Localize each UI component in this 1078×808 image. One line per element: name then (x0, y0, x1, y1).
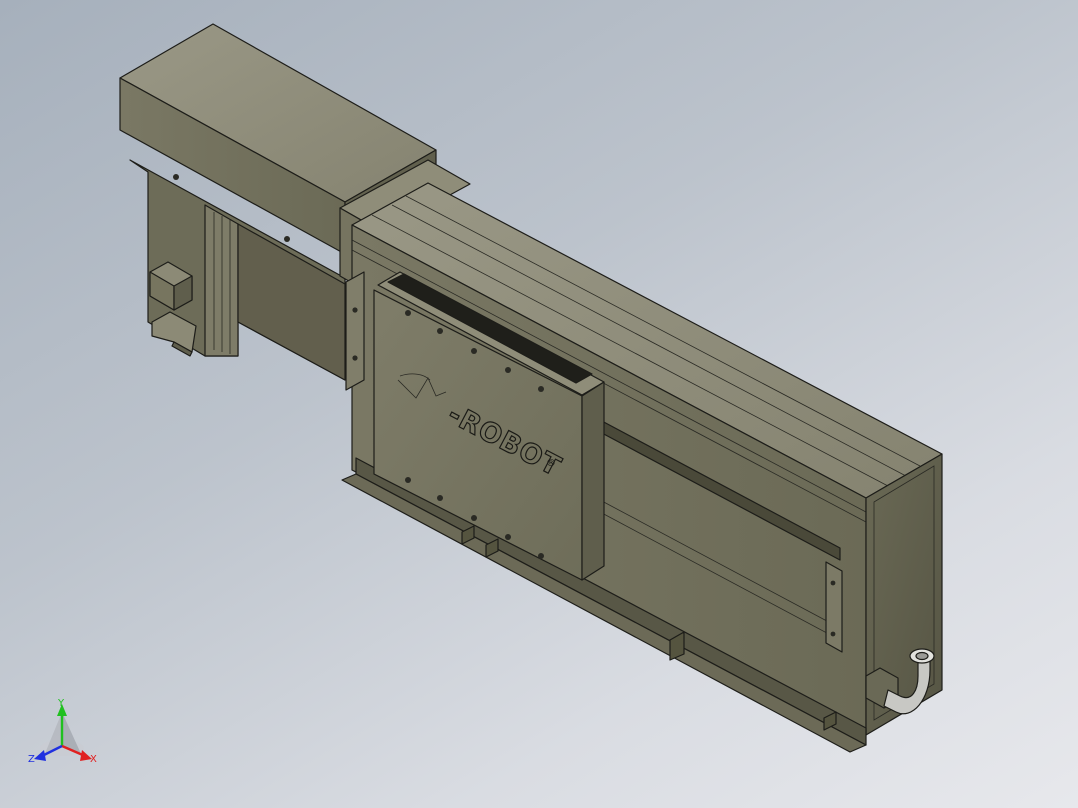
cad-viewport[interactable]: -ROBOT ® Y X Z (0, 0, 1078, 808)
coordinate-triad: Y X Z (28, 698, 97, 765)
registered-mark: ® (546, 458, 556, 469)
y-axis-label: Y (57, 698, 65, 709)
x-axis-label: X (90, 754, 97, 765)
linear-actuator-model[interactable]: -ROBOT ® Y X Z (0, 0, 1078, 808)
z-axis-label: Z (28, 754, 35, 765)
end-cover-plate (825, 561, 843, 653)
